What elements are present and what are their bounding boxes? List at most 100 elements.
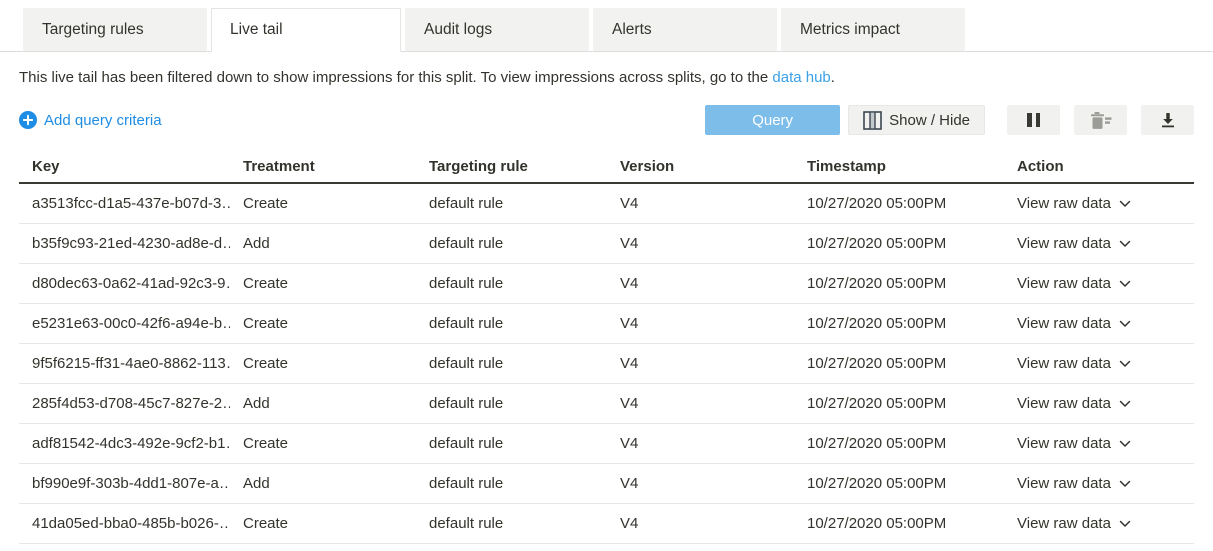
- table-body: a3513fcc-d1a5-437e-b07d-3… Create defaul…: [19, 184, 1194, 544]
- table-row: 285f4d53-d708-45c7-827e-2… Add default r…: [19, 384, 1194, 424]
- treatment-cell: Create: [230, 515, 416, 532]
- timestamp-cell: 10/27/2020 05:00PM: [794, 235, 1004, 252]
- view-raw-data-button[interactable]: View raw data: [1004, 315, 1194, 332]
- targeting-rule-cell: default rule: [416, 515, 607, 532]
- version-cell: V4: [607, 195, 794, 212]
- view-raw-data-button[interactable]: View raw data: [1004, 475, 1194, 492]
- targeting-rule-cell: default rule: [416, 315, 607, 332]
- treatment-cell: Create: [230, 195, 416, 212]
- treatment-cell: Create: [230, 435, 416, 452]
- data-hub-link[interactable]: data hub: [772, 69, 830, 86]
- view-raw-data-label: View raw data: [1017, 355, 1111, 372]
- tab-alerts[interactable]: Alerts: [593, 8, 777, 52]
- timestamp-cell: 10/27/2020 05:00PM: [794, 435, 1004, 452]
- table-row: 41da05ed-bba0-485b-b026-… Create default…: [19, 504, 1194, 544]
- view-raw-data-button[interactable]: View raw data: [1004, 395, 1194, 412]
- table-row: d80dec63-0a62-41ad-92c3-9… Create defaul…: [19, 264, 1194, 304]
- targeting-rule-cell: default rule: [416, 355, 607, 372]
- view-raw-data-label: View raw data: [1017, 195, 1111, 212]
- timestamp-cell: 10/27/2020 05:00PM: [794, 315, 1004, 332]
- targeting-rule-cell: default rule: [416, 475, 607, 492]
- live-tail-table: Key Treatment Targeting rule Version Tim…: [19, 150, 1194, 544]
- view-raw-data-button[interactable]: View raw data: [1004, 515, 1194, 532]
- treatment-cell: Create: [230, 355, 416, 372]
- key-cell: adf81542-4dc3-492e-9cf2-b1…: [19, 435, 230, 452]
- version-cell: V4: [607, 435, 794, 452]
- tab-label: Metrics impact: [800, 21, 900, 39]
- show-hide-columns-button[interactable]: Show / Hide: [848, 105, 985, 135]
- download-button[interactable]: [1141, 105, 1194, 135]
- timestamp-cell: 10/27/2020 05:00PM: [794, 355, 1004, 372]
- column-header: Timestamp: [794, 158, 1004, 175]
- column-header: Key: [19, 158, 230, 175]
- treatment-cell: Create: [230, 315, 416, 332]
- timestamp-cell: 10/27/2020 05:00PM: [794, 515, 1004, 532]
- chevron-down-icon: [1119, 520, 1131, 528]
- table-row: bf990e9f-303b-4dd1-807e-a… Add default r…: [19, 464, 1194, 504]
- view-raw-data-button[interactable]: View raw data: [1004, 275, 1194, 292]
- version-cell: V4: [607, 275, 794, 292]
- add-query-criteria-label: Add query criteria: [44, 112, 162, 129]
- clear-trash-icon: [1089, 111, 1112, 130]
- chevron-down-icon: [1119, 240, 1131, 248]
- table-row: a3513fcc-d1a5-437e-b07d-3… Create defaul…: [19, 184, 1194, 224]
- treatment-cell: Add: [230, 395, 416, 412]
- view-raw-data-button[interactable]: View raw data: [1004, 235, 1194, 252]
- view-raw-data-label: View raw data: [1017, 435, 1111, 452]
- plus-circle-icon: [19, 111, 37, 129]
- live-tail-banner: This live tail has been filtered down to…: [19, 68, 1194, 88]
- pause-button[interactable]: [1007, 105, 1060, 135]
- column-header: Version: [607, 158, 794, 175]
- view-raw-data-label: View raw data: [1017, 395, 1111, 412]
- tab-targeting-rules[interactable]: Targeting rules: [23, 8, 207, 52]
- column-header: Action: [1004, 158, 1194, 175]
- timestamp-cell: 10/27/2020 05:00PM: [794, 475, 1004, 492]
- key-cell: d80dec63-0a62-41ad-92c3-9…: [19, 275, 230, 292]
- targeting-rule-cell: default rule: [416, 195, 607, 212]
- toolbar: Add query criteria Query Show / Hide: [19, 105, 1194, 135]
- chevron-down-icon: [1119, 480, 1131, 488]
- banner-text-end: .: [831, 69, 835, 86]
- view-raw-data-button[interactable]: View raw data: [1004, 355, 1194, 372]
- tab-label: Live tail: [230, 21, 283, 39]
- table-row: e5231e63-00c0-42f6-a94e-b… Create defaul…: [19, 304, 1194, 344]
- chevron-down-icon: [1119, 280, 1131, 288]
- key-cell: 41da05ed-bba0-485b-b026-…: [19, 515, 230, 532]
- tab-live-tail[interactable]: Live tail: [211, 8, 401, 52]
- version-cell: V4: [607, 515, 794, 532]
- view-raw-data-label: View raw data: [1017, 315, 1111, 332]
- view-raw-data-button[interactable]: View raw data: [1004, 195, 1194, 212]
- treatment-cell: Add: [230, 235, 416, 252]
- column-header: Targeting rule: [416, 158, 607, 175]
- chevron-down-icon: [1119, 200, 1131, 208]
- version-cell: V4: [607, 235, 794, 252]
- key-cell: 9f5f6215-ff31-4ae0-8862-113…: [19, 355, 230, 372]
- add-query-criteria-button[interactable]: Add query criteria: [19, 111, 162, 129]
- key-cell: 285f4d53-d708-45c7-827e-2…: [19, 395, 230, 412]
- key-cell: e5231e63-00c0-42f6-a94e-b…: [19, 315, 230, 332]
- show-hide-label: Show / Hide: [889, 112, 970, 129]
- targeting-rule-cell: default rule: [416, 435, 607, 452]
- table-row: b35f9c93-21ed-4230-ad8e-d… Add default r…: [19, 224, 1194, 264]
- view-raw-data-label: View raw data: [1017, 235, 1111, 252]
- tab-label: Alerts: [612, 21, 652, 39]
- columns-icon: [863, 111, 882, 130]
- tab-label: Targeting rules: [42, 21, 144, 39]
- column-header: Treatment: [230, 158, 416, 175]
- clear-button[interactable]: [1074, 105, 1127, 135]
- view-raw-data-label: View raw data: [1017, 475, 1111, 492]
- view-raw-data-button[interactable]: View raw data: [1004, 435, 1194, 452]
- download-icon: [1159, 111, 1177, 129]
- targeting-rule-cell: default rule: [416, 275, 607, 292]
- tab-metrics-impact[interactable]: Metrics impact: [781, 8, 965, 52]
- view-raw-data-label: View raw data: [1017, 515, 1111, 532]
- treatment-cell: Add: [230, 475, 416, 492]
- pause-icon: [1027, 113, 1040, 127]
- chevron-down-icon: [1119, 360, 1131, 368]
- view-raw-data-label: View raw data: [1017, 275, 1111, 292]
- query-button[interactable]: Query: [705, 105, 840, 135]
- timestamp-cell: 10/27/2020 05:00PM: [794, 195, 1004, 212]
- key-cell: b35f9c93-21ed-4230-ad8e-d…: [19, 235, 230, 252]
- tab-audit-logs[interactable]: Audit logs: [405, 8, 589, 52]
- version-cell: V4: [607, 355, 794, 372]
